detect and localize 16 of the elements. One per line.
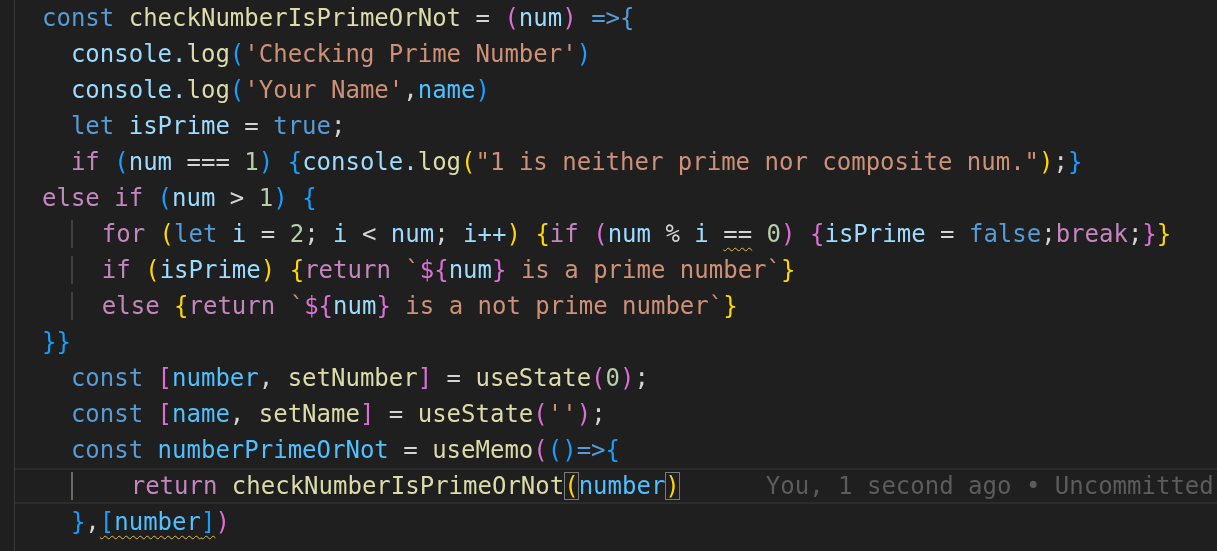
code-line: console.log('Checking Prime Number'): [69, 39, 592, 70]
blame-annotation: You, 1 second ago • Uncommitted: [764, 471, 1214, 502]
code-line: else {return `${num} is a not prime number`}: [42, 290, 738, 322]
code-line: },[number]): [69, 507, 230, 538]
code-line: const [number, setNumber] = useState(0);: [69, 363, 649, 394]
code-line: for (let i = 2; i < num; i++) {if (num % i == 0) {isPrime = false;break;}}: [42, 218, 1172, 250]
code-line: const checkNumberIsPrimeOrNot = (num) =>{: [42, 3, 635, 34]
code-line: return checkNumberIsPrimeOrNot(number): [42, 470, 680, 502]
code-line: const [name, setName] = useState('');: [69, 399, 606, 430]
code-line: let isPrime = true;: [69, 111, 346, 142]
code-line: if (isPrime) {return `${num} is a prime number`}: [42, 254, 796, 286]
code-line: }}: [42, 327, 71, 358]
code-line: else if (num > 1) {: [42, 183, 317, 214]
code-line: console.log('Your Name',name): [69, 75, 490, 106]
code-line: if (num === 1) {console.log("1 is neither prime nor composite num.");}: [69, 147, 1083, 178]
code-line: const numberPrimeOrNot = useMemo(()=>{: [69, 435, 620, 466]
